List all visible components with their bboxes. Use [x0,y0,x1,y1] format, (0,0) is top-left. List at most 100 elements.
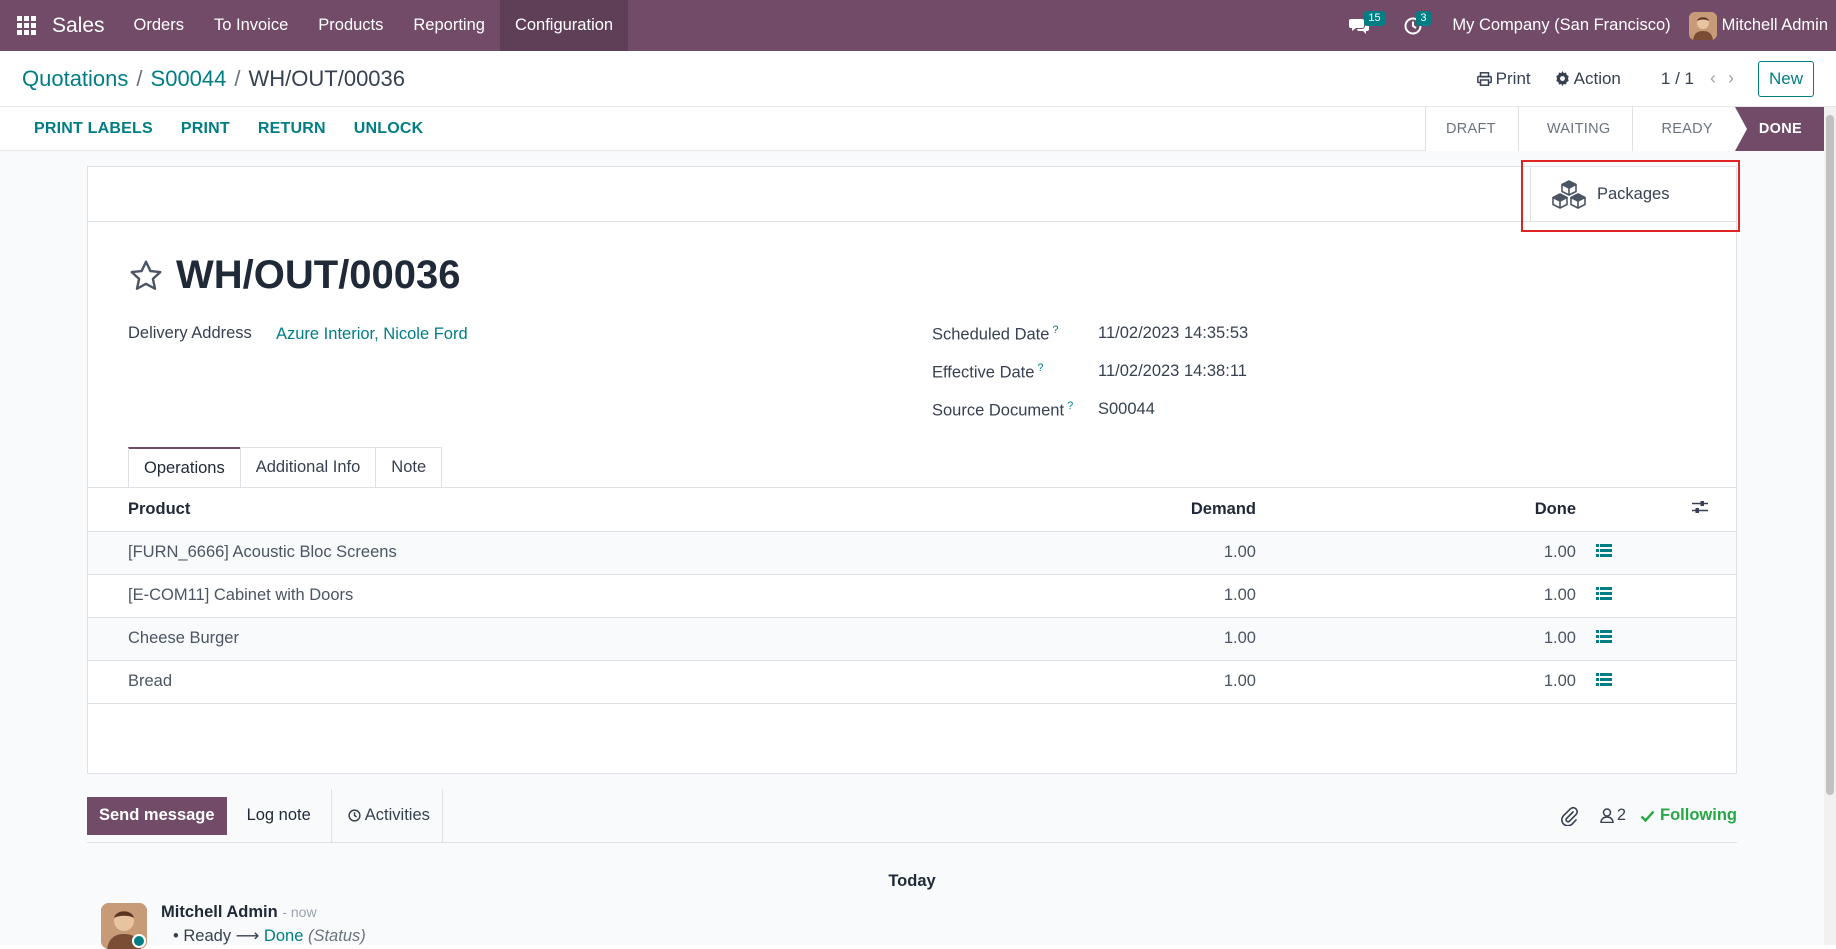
detailed-operations-icon[interactable] [1576,617,1736,661]
breadcrumb-quotations[interactable]: Quotations [22,66,128,92]
menu-to-invoice[interactable]: To Invoice [199,0,303,51]
send-message-button[interactable]: Send message [87,796,227,835]
activities-count-badge: 3 [1416,11,1431,26]
record-title: WH/OUT/00036 [176,253,461,297]
clock-icon [348,809,361,822]
activities-button[interactable]: 3 [1386,0,1440,51]
menu-configuration[interactable]: Configuration [499,0,629,51]
tracking-new-value: Done [263,927,304,945]
check-icon [1640,810,1655,822]
scheduled-date-value: 11/02/2023 14:35:53 [1098,324,1249,342]
row-demand: 1.00 [956,531,1256,575]
print-button[interactable]: PRINT [167,120,244,138]
stage-done[interactable]: DONE [1734,106,1824,151]
highlight-box [1521,160,1740,232]
effective-date-label-text: Effective Date [932,363,1035,382]
company-switcher[interactable]: My Company (San Francisco) [1440,16,1688,35]
column-demand[interactable]: Demand [956,488,1256,532]
menu-orders[interactable]: Orders [119,0,199,51]
breadcrumb: Quotations / S00044 / WH/OUT/00036 [0,66,405,92]
messages-button[interactable]: 15 [1332,0,1386,51]
navbar-systray: 15 3 My Company (San Francisco) Mitchell… [1332,0,1836,51]
menu-products[interactable]: Products [303,0,398,51]
chatter-message: Mitchell Admin - now • Ready ⟶ Done (Sta… [101,903,366,949]
detailed-operations-icon[interactable] [1576,574,1736,618]
print-labels-button[interactable]: PRINT LABELS [0,120,167,138]
source-document-label: Source Document? [932,400,1073,421]
source-document-value: S00044 [1098,400,1155,418]
source-document-label-text: Source Document [932,401,1065,420]
smart-button-box: Packages [88,167,1736,222]
pager-previous-icon[interactable]: ‹ [1710,68,1716,89]
table-row[interactable]: Bread 1.00 1.00 [88,660,1736,704]
tracking-value: • Ready ⟶ Done (Status) [173,927,366,945]
menu-reporting[interactable]: Reporting [398,0,500,51]
message-author[interactable]: Mitchell Admin [161,903,278,921]
user-menu[interactable]: Mitchell Admin [1688,11,1836,40]
message-time: - now [282,904,317,920]
detailed-operations-icon[interactable] [1576,660,1736,704]
activities-button[interactable]: Activities [330,788,443,843]
row-product: [E-COM11] Cabinet with Doors [88,574,956,618]
return-button[interactable]: RETURN [244,120,340,138]
pager-value[interactable]: 1 / 1 [1661,69,1694,89]
table-row[interactable]: Cheese Burger 1.00 1.00 [88,617,1736,661]
optional-columns-toggle[interactable] [1576,488,1736,532]
effective-date-value: 11/02/2023 14:38:11 [1098,362,1247,380]
detailed-operations-icon[interactable] [1576,531,1736,575]
row-done: 1.00 [1256,617,1576,661]
help-tooltip-icon[interactable]: ? [1037,362,1043,374]
stage-waiting[interactable]: WAITING [1517,106,1633,151]
following-label: Following [1660,806,1737,824]
row-demand: 1.00 [956,660,1256,704]
print-menu-button[interactable]: Print [1476,69,1531,89]
breadcrumb-separator: / [136,65,143,91]
followers-button[interactable]: 2 [1600,806,1626,825]
messages-count-badge: 15 [1364,11,1385,26]
scheduled-date-label: Scheduled Date? [932,324,1059,345]
paperclip-icon[interactable] [1560,806,1578,826]
stage-draft[interactable]: DRAFT [1425,106,1518,151]
breadcrumb-separator: / [234,65,241,91]
scrollbar-thumb[interactable] [1826,115,1834,795]
log-note-button[interactable]: Log note [227,789,331,843]
stage-ready[interactable]: READY [1632,106,1735,151]
tracking-old-value: Ready [183,927,232,945]
gear-icon [1555,71,1569,86]
author-avatar[interactable] [101,903,147,949]
delivery-address-value[interactable]: Azure Interior, Nicole Ford [276,325,468,344]
help-tooltip-icon[interactable]: ? [1067,400,1073,412]
pager-next-icon[interactable]: › [1728,68,1734,89]
online-status-icon [132,934,146,948]
user-avatar [1688,11,1717,40]
tab-additional-info[interactable]: Additional Info [239,447,377,487]
apps-grid-icon[interactable] [0,0,52,51]
table-row[interactable]: [FURN_6666] Acoustic Bloc Screens 1.00 1… [88,531,1736,575]
new-record-button[interactable]: New [1757,60,1814,97]
form-sheet: Packages WH/OUT/00036 Delivery Address A… [87,166,1737,774]
table-header-row: Product Demand Done [88,488,1736,532]
column-product[interactable]: Product [88,488,956,532]
row-product: [FURN_6666] Acoustic Bloc Screens [88,531,956,575]
tab-operations[interactable]: Operations [128,447,241,487]
row-product: Bread [88,660,956,704]
breadcrumb-sale-order[interactable]: S00044 [151,66,227,92]
help-tooltip-icon[interactable]: ? [1052,324,1058,336]
status-stages: DRAFT WAITING READY DONE [1425,106,1824,151]
star-icon[interactable] [128,258,164,294]
column-done[interactable]: Done [1256,488,1576,532]
table-row[interactable]: [E-COM11] Cabinet with Doors 1.00 1.00 [88,574,1736,618]
following-button[interactable]: Following [1640,806,1737,825]
unlock-button[interactable]: UNLOCK [340,120,438,138]
date-separator: Today [888,872,936,890]
row-product: Cheese Burger [88,617,956,661]
action-menu-button[interactable]: Action [1555,69,1621,89]
top-navbar: Sales Orders To Invoice Products Reporti… [0,0,1836,51]
effective-date-label: Effective Date? [932,362,1044,383]
tab-note[interactable]: Note [375,447,443,487]
user-icon [1600,808,1614,823]
app-name[interactable]: Sales [52,14,105,38]
followers-count: 2 [1616,806,1627,824]
vertical-scrollbar[interactable] [1824,107,1836,945]
row-demand: 1.00 [956,617,1256,661]
